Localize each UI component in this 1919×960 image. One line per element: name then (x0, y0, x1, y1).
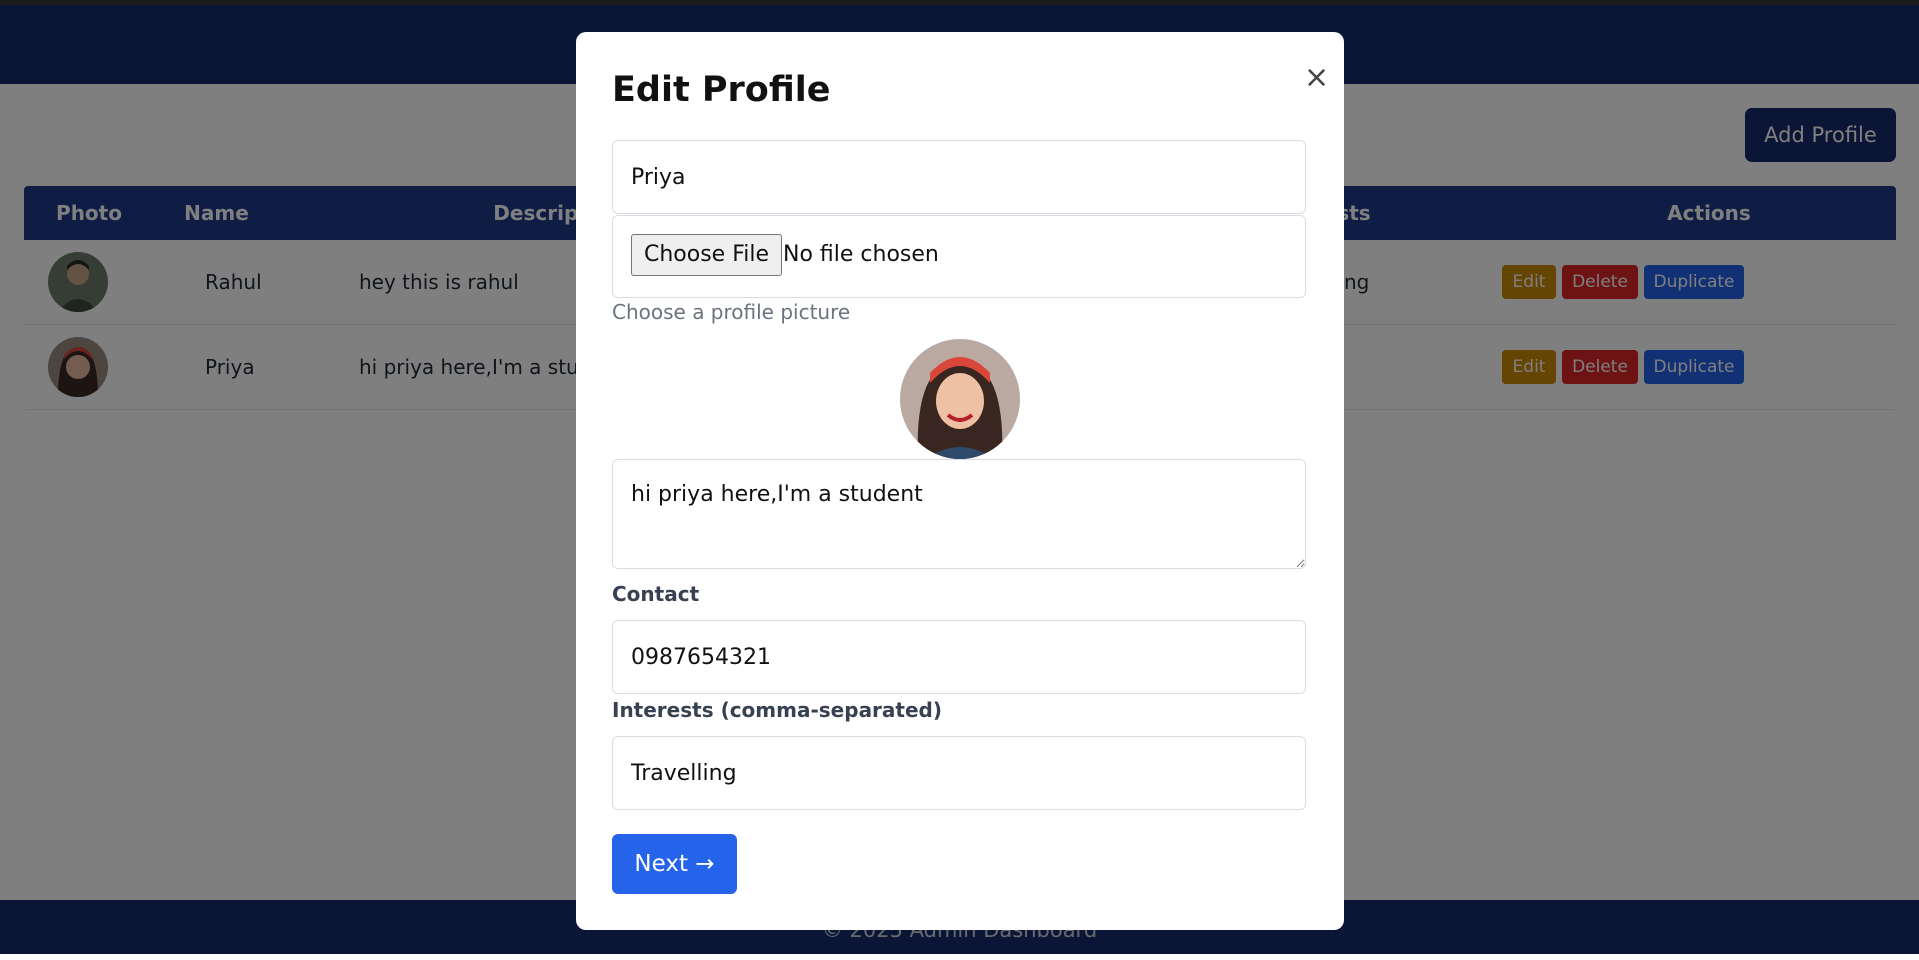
name-input[interactable] (612, 140, 1306, 214)
file-status: No file chosen (783, 242, 939, 267)
choose-file-button[interactable]: Choose File (631, 234, 783, 276)
description-textarea[interactable]: hi priya here,I'm a student (612, 459, 1306, 569)
close-icon[interactable]: × (1304, 58, 1329, 98)
interests-input[interactable] (612, 736, 1306, 810)
edit-profile-modal: Edit Profile × Choose File No file chose… (576, 32, 1344, 930)
contact-input[interactable] (612, 620, 1306, 694)
modal-title: Edit Profile (612, 70, 831, 110)
next-button[interactable]: Next → (612, 834, 737, 894)
profile-picture-file-input[interactable]: Choose File No file chosen (612, 215, 1306, 298)
file-hint: Choose a profile picture (612, 300, 851, 324)
contact-label: Contact (612, 582, 700, 606)
profile-preview-image (900, 339, 1020, 459)
interests-label: Interests (comma-separated) (612, 698, 942, 722)
